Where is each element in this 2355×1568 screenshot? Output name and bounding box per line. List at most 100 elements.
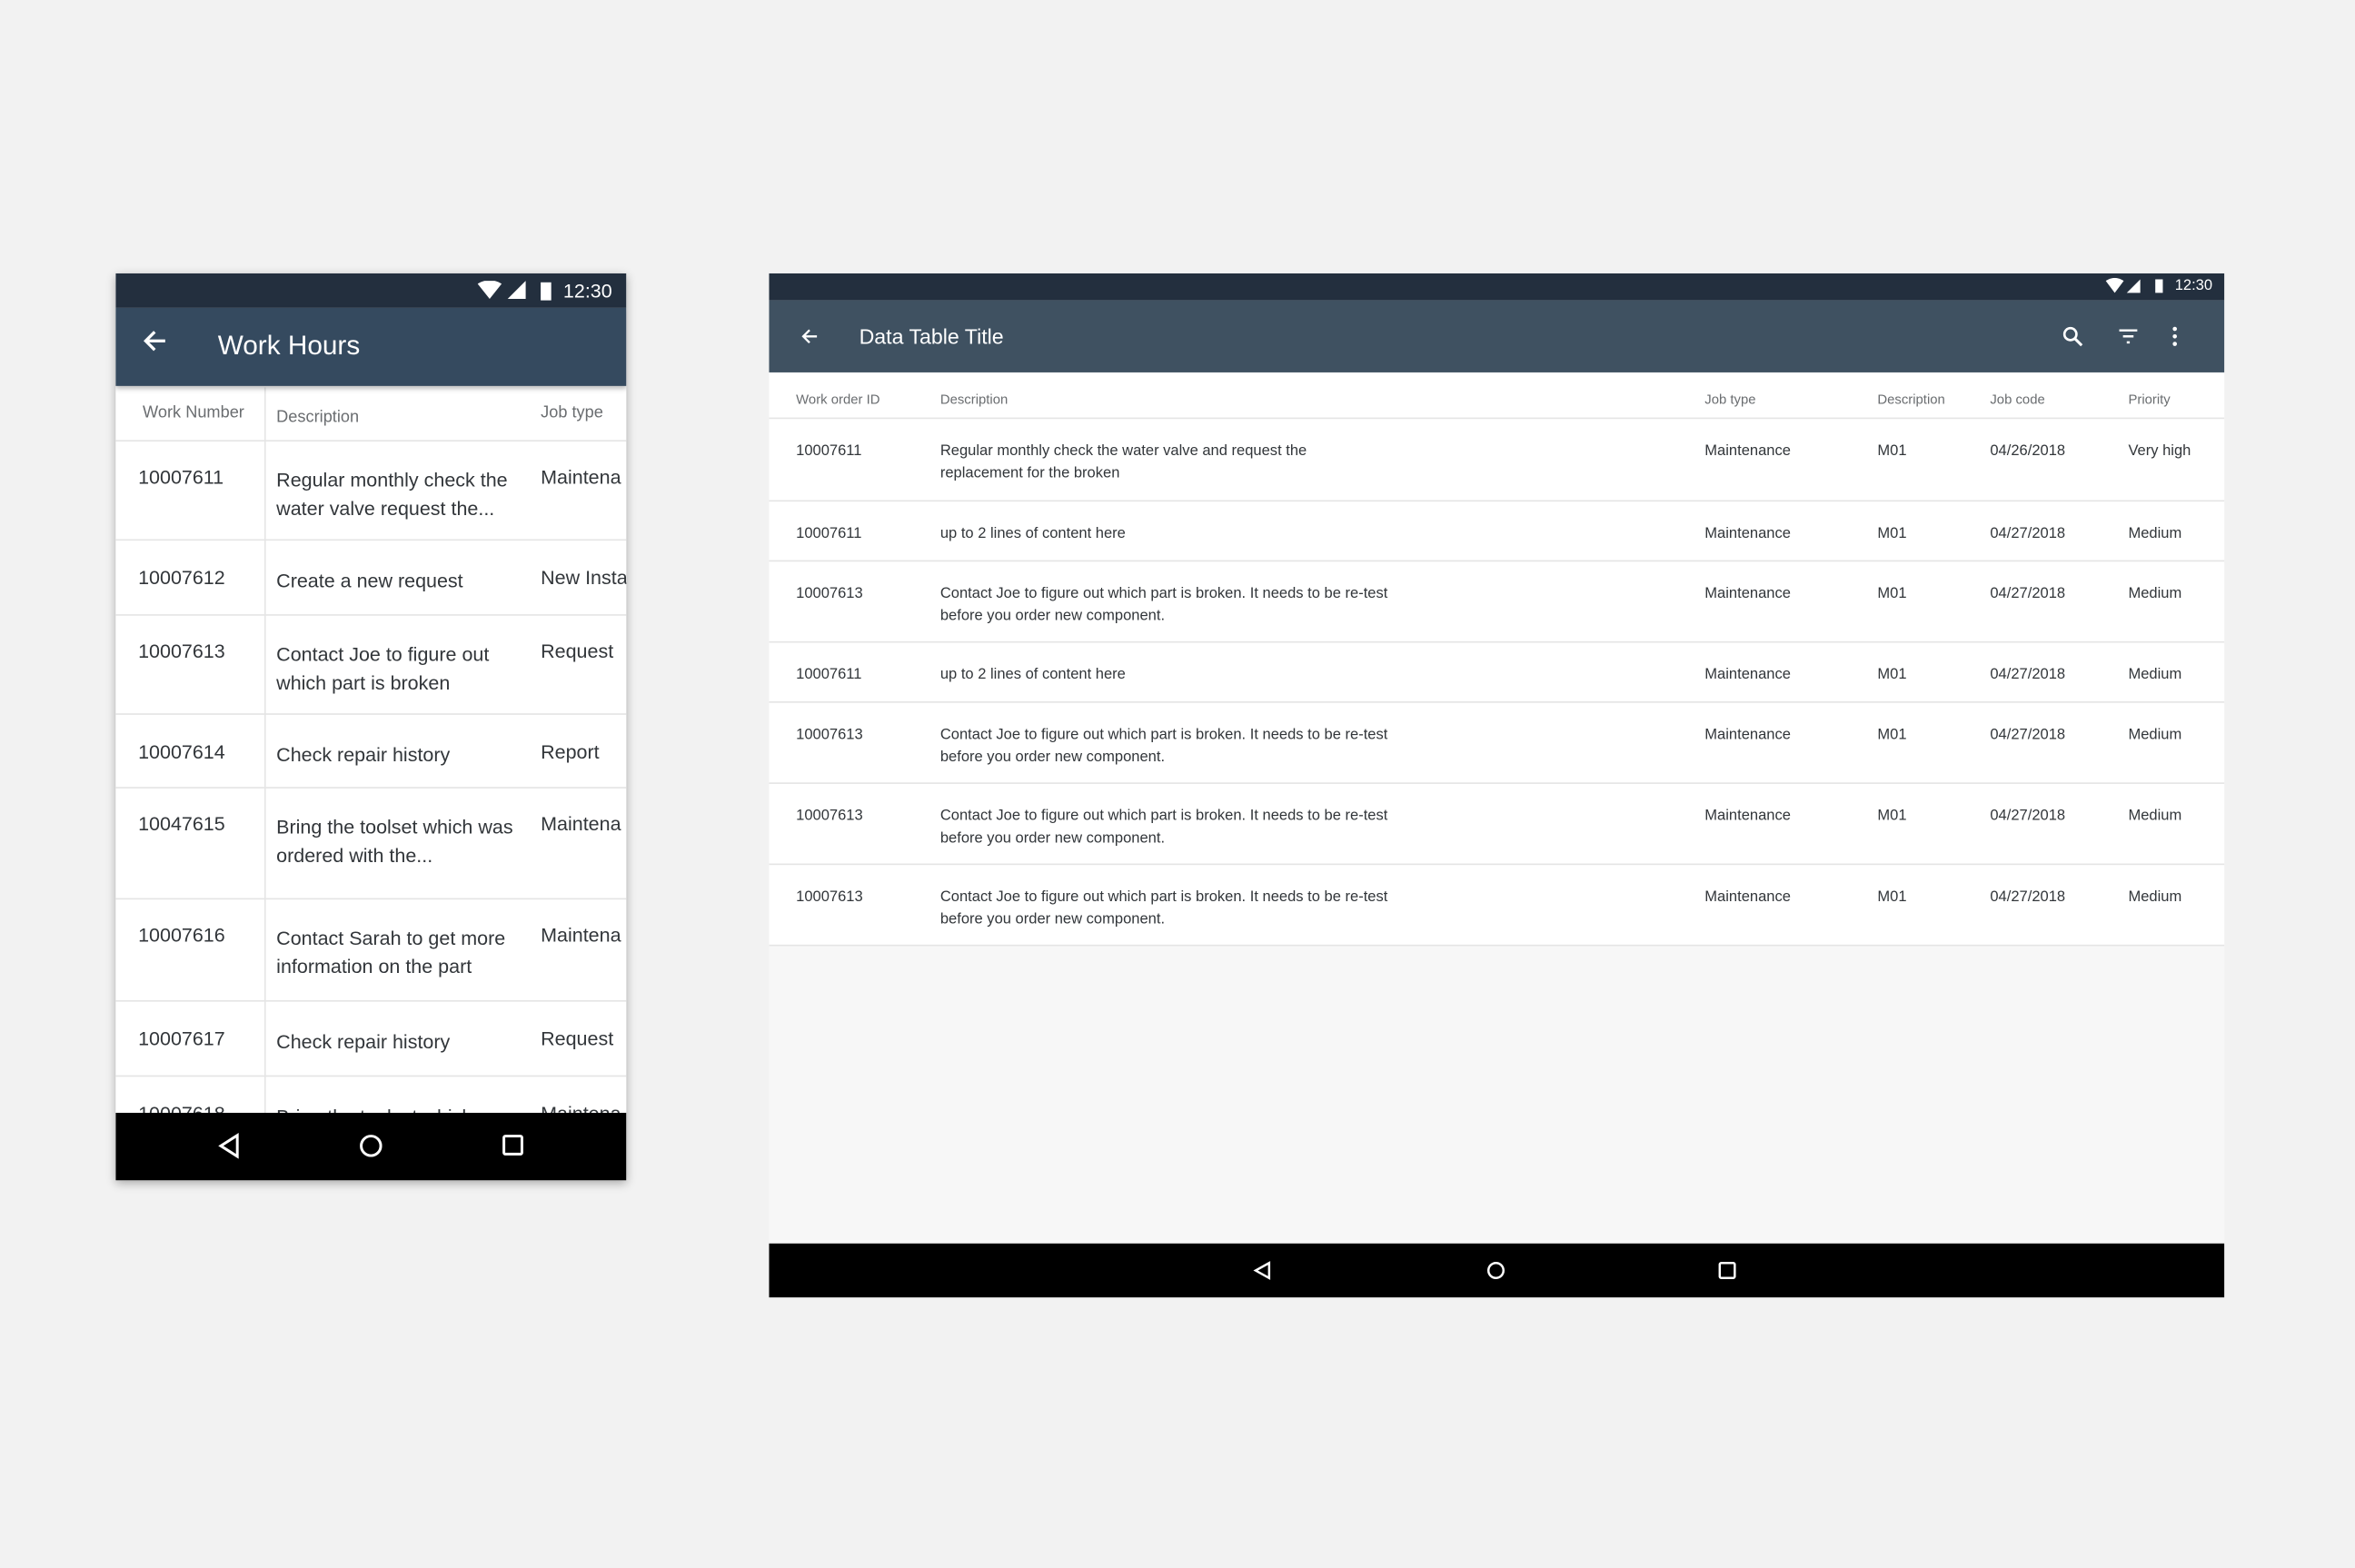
column-header[interactable]: Job code xyxy=(1990,389,2044,412)
table-row[interactable]: 10047615 Bring the toolset which was orde… xyxy=(115,789,627,900)
priority-cell: Medium xyxy=(2128,727,2182,744)
table-row[interactable]: 10007611 Regular monthly check the water … xyxy=(115,442,627,541)
status-bar: 12:30 xyxy=(115,273,627,308)
job-type-cell: Request xyxy=(541,1027,614,1050)
table-row[interactable]: 10007611 up to 2 lines of content here Mai… xyxy=(769,501,2225,562)
work-hours-table: Work Number Description Job type 1000761… xyxy=(115,387,627,1137)
description-2-cell: M01 xyxy=(1877,666,1907,684)
arrow-left-icon[interactable] xyxy=(140,326,170,356)
job-type-cell: Maintena xyxy=(541,465,621,489)
recents-square-icon[interactable] xyxy=(1716,1260,1737,1281)
column-header[interactable]: Description xyxy=(940,389,1391,412)
priority-cell: Medium xyxy=(2128,888,2182,906)
job-code-cell: 04/26/2018 xyxy=(1990,442,2066,460)
job-type-cell: Maintena xyxy=(541,812,621,836)
navigation-bar xyxy=(769,1243,2225,1298)
table-row[interactable]: 10007613 Contact Joe to figure out which … xyxy=(769,561,2225,643)
arrow-left-icon[interactable] xyxy=(799,326,820,347)
priority-cell: Medium xyxy=(2128,666,2182,684)
status-icons xyxy=(2105,277,2163,293)
work-number-cell: 10007616 xyxy=(138,923,225,947)
job-type-cell: Report xyxy=(541,739,600,763)
job-type-cell: Maintenance xyxy=(1704,666,1791,684)
table-row[interactable]: 10007617 Check repair history Request xyxy=(115,1002,627,1077)
priority-cell: Medium xyxy=(2128,585,2182,602)
job-type-cell: Maintenance xyxy=(1704,727,1791,744)
work-number-cell: 10047615 xyxy=(138,812,225,836)
column-header[interactable]: Work order ID xyxy=(796,389,879,412)
signal-icon xyxy=(507,281,526,299)
search-icon[interactable] xyxy=(2062,326,2083,347)
table-row[interactable]: 10007616 Contact Sarah to get more inform… xyxy=(115,899,627,1002)
column-header[interactable]: Description xyxy=(276,404,532,432)
description-cell: Contact Sarah to get more information on… xyxy=(276,926,506,978)
table-row[interactable]: 10007612 Create a new request New Insta xyxy=(115,541,627,616)
job-type-cell: Maintenance xyxy=(1704,888,1791,906)
table-row[interactable]: 10007611 up to 2 lines of content here Mai… xyxy=(769,643,2225,703)
priority-cell: Medium xyxy=(2128,808,2182,825)
more-vertical-icon[interactable] xyxy=(2171,326,2180,347)
description-cell: Contact Joe to figure out which part is … xyxy=(939,888,1388,928)
column-header[interactable]: Work Number xyxy=(143,404,244,422)
description-cell: up to 2 lines of content here xyxy=(939,666,1126,684)
job-code-cell: 04/27/2018 xyxy=(1990,525,2066,542)
description-cell: Contact Joe to figure out which part is … xyxy=(939,727,1388,767)
wifi-icon xyxy=(2105,277,2124,293)
work-number-cell: 10007614 xyxy=(138,739,225,763)
description-2-cell: M01 xyxy=(1877,585,1907,602)
description-cell: Contact Joe to figure out which part is … xyxy=(939,585,1388,625)
table-row[interactable]: 10007613 Contact Joe to figure out which … xyxy=(769,865,2225,947)
job-type-cell: Maintena xyxy=(541,923,621,947)
home-circle-icon[interactable] xyxy=(1486,1260,1506,1281)
battery-icon xyxy=(541,282,551,301)
table-row[interactable]: 10007613 Contact Joe to figure out which … xyxy=(115,616,627,715)
back-triangle-icon[interactable] xyxy=(1253,1260,1274,1281)
table-row[interactable]: 10007611 Regular monthly check the water … xyxy=(769,419,2225,502)
recents-square-icon[interactable] xyxy=(500,1132,527,1159)
app-bar: Data Table Title xyxy=(769,300,2225,372)
work-number-cell: 10007617 xyxy=(138,1027,225,1050)
description-2-cell: M01 xyxy=(1877,525,1907,542)
description-cell: Contact Joe to figure out which part is … xyxy=(276,642,490,694)
wifi-icon xyxy=(477,281,502,299)
status-time: 12:30 xyxy=(562,279,612,303)
data-table: Work order ID Description Job type Descr… xyxy=(769,372,2225,947)
work-order-id-cell: 10007611 xyxy=(796,525,862,542)
signal-icon xyxy=(2126,279,2141,293)
description-cell: Contact Joe to figure out which part is … xyxy=(939,808,1388,848)
home-circle-icon[interactable] xyxy=(357,1132,384,1159)
app-bar: Work Hours xyxy=(115,307,627,386)
status-bar: 12:30 xyxy=(769,273,2225,301)
job-code-cell: 04/27/2018 xyxy=(1990,727,2066,744)
table-row[interactable]: 10007614 Check repair history Report xyxy=(115,715,627,789)
description-cell: Check repair history xyxy=(276,1030,451,1053)
column-header[interactable]: Job type xyxy=(1704,389,1755,412)
job-type-cell: Maintenance xyxy=(1704,442,1791,460)
job-type-cell: New Insta xyxy=(541,566,627,590)
work-order-id-cell: 10007611 xyxy=(796,666,862,684)
job-code-cell: 04/27/2018 xyxy=(1990,585,2066,602)
work-number-cell: 10007613 xyxy=(138,640,225,663)
table-row[interactable]: 10007613 Contact Joe to figure out which … xyxy=(769,784,2225,866)
column-header[interactable]: Priority xyxy=(2128,389,2170,412)
priority-cell: Very high xyxy=(2128,442,2191,460)
description-2-cell: M01 xyxy=(1877,808,1907,825)
job-type-cell: Request xyxy=(541,640,614,663)
filter-icon[interactable] xyxy=(2118,327,2139,345)
column-header[interactable]: Job type xyxy=(541,404,603,422)
table-row[interactable]: 10007613 Contact Joe to figure out which … xyxy=(769,703,2225,784)
description-cell: Check repair history xyxy=(276,743,451,767)
table-header: Work Number Description Job type xyxy=(115,387,627,442)
status-time: 12:30 xyxy=(2174,277,2213,295)
navigation-bar xyxy=(115,1112,627,1181)
back-triangle-icon[interactable] xyxy=(216,1132,243,1159)
job-code-cell: 04/27/2018 xyxy=(1990,666,2066,684)
priority-cell: Medium xyxy=(2128,525,2182,542)
job-type-cell: Maintenance xyxy=(1704,585,1791,602)
description-cell: Bring the toolset which was ordered with… xyxy=(276,815,513,867)
description-cell: Create a new request xyxy=(276,569,463,592)
status-icons xyxy=(477,281,551,301)
work-order-id-cell: 10007613 xyxy=(796,585,863,602)
work-order-id-cell: 10007613 xyxy=(796,727,863,744)
column-header[interactable]: Description xyxy=(1877,389,1944,412)
